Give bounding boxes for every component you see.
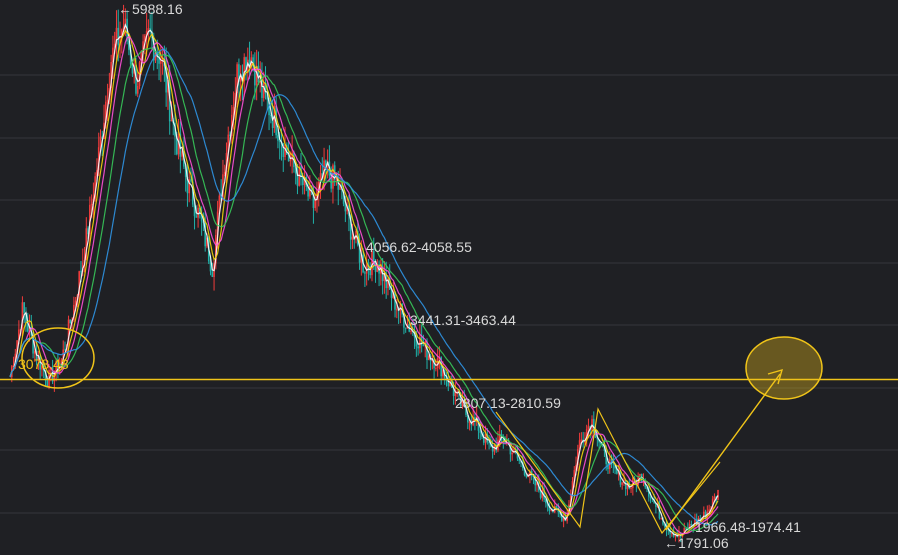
candle-body — [468, 422, 471, 424]
candle-body — [630, 488, 632, 490]
candle-body — [404, 327, 407, 329]
candle-body — [262, 83, 265, 98]
label-range-4056: 4056.62-4058.55 — [366, 239, 472, 255]
label-low-1791: ←1791.06 — [664, 535, 729, 551]
candle-body — [309, 185, 311, 197]
candle-body — [136, 85, 139, 94]
candle-body — [410, 330, 412, 332]
candle-body — [639, 473, 641, 476]
label-high-5988: ←5988.16 — [118, 1, 183, 17]
target-circle-right — [745, 336, 823, 400]
candle-body — [90, 204, 93, 206]
candle-body — [580, 439, 583, 441]
candle-body — [525, 475, 528, 477]
candle-body — [23, 302, 25, 313]
label-range-2807: 2807.13-2810.59 — [455, 395, 561, 411]
candle-body — [396, 309, 398, 311]
candle-body — [314, 200, 317, 208]
candle-body — [621, 482, 623, 485]
candle-body — [435, 368, 437, 370]
candle-body — [690, 524, 693, 526]
candle-body — [456, 390, 458, 393]
candle-body — [160, 60, 162, 64]
label-3078: 3078.43 — [18, 356, 69, 372]
candle-body — [351, 236, 354, 240]
chart-svg: ←5988.16 4056.62-4058.55 3441.31-3463.44… — [0, 0, 898, 555]
label-range-1966: 1966.48-1974.41 — [695, 519, 801, 535]
candle-body — [69, 319, 72, 324]
candle-body — [117, 27, 120, 46]
candle-body — [211, 271, 214, 277]
candle-body — [417, 346, 419, 349]
candle-body — [713, 496, 716, 499]
candle-body — [239, 78, 242, 82]
label-range-3441: 3441.31-3463.44 — [410, 312, 516, 328]
candle-body — [197, 207, 199, 218]
candle-body — [170, 120, 173, 122]
candle-body — [587, 426, 590, 430]
candle-body — [422, 345, 425, 347]
candle-body — [717, 489, 719, 500]
candle-body — [195, 216, 198, 218]
candle-body — [80, 271, 82, 273]
candle-body — [289, 159, 292, 162]
candle-body — [277, 135, 279, 141]
candle-body — [660, 518, 663, 520]
candle-body — [46, 380, 49, 387]
candle-body — [511, 452, 513, 455]
candle-body — [364, 272, 366, 274]
